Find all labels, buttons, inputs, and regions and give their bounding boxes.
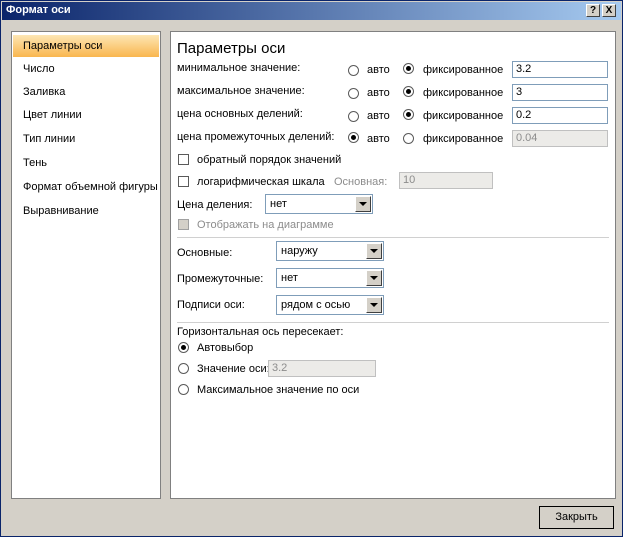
sidebar-item-shadow[interactable]: Тень: [13, 152, 159, 174]
log-scale-label: логарифмическая шкала: [197, 176, 325, 188]
crosses-auto-label: Автовыбор: [197, 342, 254, 354]
max-value-input[interactable]: 3: [512, 84, 608, 101]
max-auto-label: авто: [367, 87, 390, 99]
sidebar-item-axis-options[interactable]: Параметры оси: [13, 35, 159, 57]
axis-options-panel: Параметры оси минимальное значение: авто…: [170, 31, 616, 499]
max-fixed-label: фиксированное: [423, 87, 504, 99]
category-list: Параметры оси Число Заливка Цвет линии Т…: [11, 31, 161, 499]
minor-tick-label: Промежуточные:: [177, 273, 264, 285]
min-auto-radio[interactable]: [348, 65, 359, 76]
crosses-value-radio[interactable]: [178, 363, 189, 374]
axis-labels-label: Подписи оси:: [177, 299, 245, 311]
divider: [177, 237, 609, 238]
min-auto-label: авто: [367, 64, 390, 76]
sidebar-item-line-style[interactable]: Тип линии: [13, 128, 159, 150]
show-on-chart-label: Отображать на диаграмме: [197, 219, 334, 231]
display-units-select[interactable]: нет: [265, 194, 373, 214]
reverse-order-label: обратный порядок значений: [197, 154, 342, 166]
minor-unit-fixed-label: фиксированное: [423, 133, 504, 145]
chevron-down-icon: [366, 243, 382, 259]
minor-unit-fixed-radio[interactable]: [403, 133, 414, 144]
reverse-order-checkbox[interactable]: [178, 154, 189, 165]
minor-unit-auto-radio[interactable]: [348, 132, 359, 143]
chevron-down-icon: [366, 270, 382, 286]
major-tick-value: наружу: [281, 245, 318, 257]
min-value-label: минимальное значение:: [177, 62, 301, 74]
crosses-title: Горизонтальная ось пересекает:: [177, 326, 344, 338]
display-units-label: Цена деления:: [177, 199, 253, 211]
max-value-label: максимальное значение:: [177, 85, 305, 97]
axis-labels-value: рядом с осью: [281, 299, 351, 311]
crosses-auto-radio[interactable]: [178, 342, 189, 353]
min-fixed-label: фиксированное: [423, 64, 504, 76]
crosses-max-radio[interactable]: [178, 384, 189, 395]
minor-unit-auto-label: авто: [367, 133, 390, 145]
close-button[interactable]: Закрыть: [539, 506, 614, 529]
help-button[interactable]: ?: [586, 4, 600, 17]
major-tick-label: Основные:: [177, 247, 233, 259]
sidebar-item-line-color[interactable]: Цвет линии: [13, 104, 159, 126]
close-window-button[interactable]: X: [602, 4, 616, 17]
major-tick-select[interactable]: наружу: [276, 241, 384, 261]
chevron-down-icon: [366, 297, 382, 313]
major-unit-fixed-radio[interactable]: [403, 109, 414, 120]
major-unit-fixed-label: фиксированное: [423, 110, 504, 122]
crosses-max-label: Максимальное значение по оси: [197, 384, 360, 396]
format-axis-dialog: Формат оси ? X Параметры оси Число Залив…: [0, 0, 623, 537]
axis-labels-select[interactable]: рядом с осью: [276, 295, 384, 315]
crosses-value-label: Значение оси:: [197, 363, 270, 375]
log-scale-checkbox[interactable]: [178, 176, 189, 187]
log-base-input[interactable]: 10: [399, 172, 493, 189]
display-units-value: нет: [270, 198, 287, 210]
major-unit-input[interactable]: 0.2: [512, 107, 608, 124]
major-unit-label: цена основных делений:: [177, 108, 303, 120]
max-auto-radio[interactable]: [348, 88, 359, 99]
major-unit-auto-radio[interactable]: [348, 111, 359, 122]
show-on-chart-checkbox[interactable]: [178, 219, 189, 230]
major-unit-auto-label: авто: [367, 110, 390, 122]
min-fixed-radio[interactable]: [403, 63, 414, 74]
max-fixed-radio[interactable]: [403, 86, 414, 97]
min-value-input[interactable]: 3.2: [512, 61, 608, 78]
crosses-value-input[interactable]: 3.2: [268, 360, 376, 377]
chevron-down-icon: [355, 196, 371, 212]
sidebar-item-3d-format[interactable]: Формат объемной фигуры: [13, 176, 159, 198]
panel-title: Параметры оси: [177, 40, 286, 57]
sidebar-item-fill[interactable]: Заливка: [13, 81, 159, 103]
sidebar-item-alignment[interactable]: Выравнивание: [13, 200, 159, 222]
minor-unit-label: цена промежуточных делений:: [177, 131, 335, 143]
window-title: Формат оси: [6, 4, 71, 16]
minor-unit-input[interactable]: 0.04: [512, 130, 608, 147]
minor-tick-value: нет: [281, 272, 298, 284]
divider: [177, 322, 609, 323]
minor-tick-select[interactable]: нет: [276, 268, 384, 288]
sidebar-item-number[interactable]: Число: [13, 58, 159, 80]
title-bar: Формат оси ? X: [2, 2, 621, 20]
log-base-label: Основная:: [334, 176, 388, 188]
